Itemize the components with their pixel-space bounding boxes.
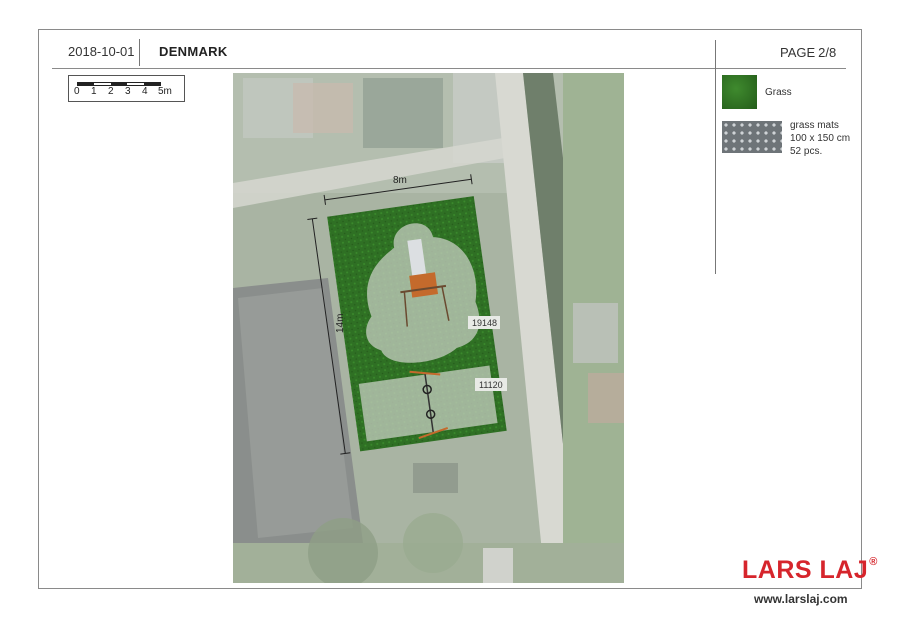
header-date: 2018-10-01 [68, 44, 135, 59]
scale-bar [77, 82, 161, 86]
aerial-site-plan: 8m 14m 19148 11120 [233, 73, 624, 583]
scale-tick: 1 [91, 86, 97, 97]
scale-tick: 3 [125, 86, 131, 97]
scale-tick: 0 [74, 86, 80, 97]
legend-mats: grass mats 100 x 150 cm 52 pcs. [790, 119, 850, 158]
scale-tick: 2 [108, 86, 114, 97]
header-separator [139, 39, 140, 66]
page-indicator: PAGE 2/8 [777, 45, 836, 60]
item-code-top: 19148 [472, 318, 497, 328]
registered-mark: ® [869, 555, 878, 568]
page-number: 2/8 [818, 45, 837, 60]
header-divider-right [716, 68, 846, 69]
site-plan-svg: 8m 14m 19148 11120 [233, 73, 624, 583]
brand-name: LARS LAJ [742, 556, 869, 584]
item-code-bottom: 11120 [479, 380, 503, 390]
brand-url[interactable]: www.larslaj.com [754, 592, 848, 606]
page-label: PAGE [780, 45, 816, 60]
legend-mats-line: 100 x 150 cm [790, 133, 851, 144]
legend-divider [715, 40, 716, 274]
header-divider [52, 68, 716, 69]
legend-grass-label: Grass [765, 87, 792, 98]
legend-mats-line: 52 pcs. [790, 146, 823, 157]
length-dimension: 14m [335, 314, 346, 333]
brand-logo: LARS LAJ® [742, 556, 878, 585]
scale-tick: 4 [142, 86, 148, 97]
header-country: DENMARK [159, 44, 228, 59]
width-dimension: 8m [393, 175, 407, 186]
scale-bar-box: 0 1 2 3 4 5m [68, 75, 185, 102]
grass-mats-swatch [722, 121, 782, 153]
legend-mats-line: grass mats [790, 120, 839, 131]
scale-tick: 5m [158, 86, 172, 97]
grass-swatch [722, 75, 757, 109]
